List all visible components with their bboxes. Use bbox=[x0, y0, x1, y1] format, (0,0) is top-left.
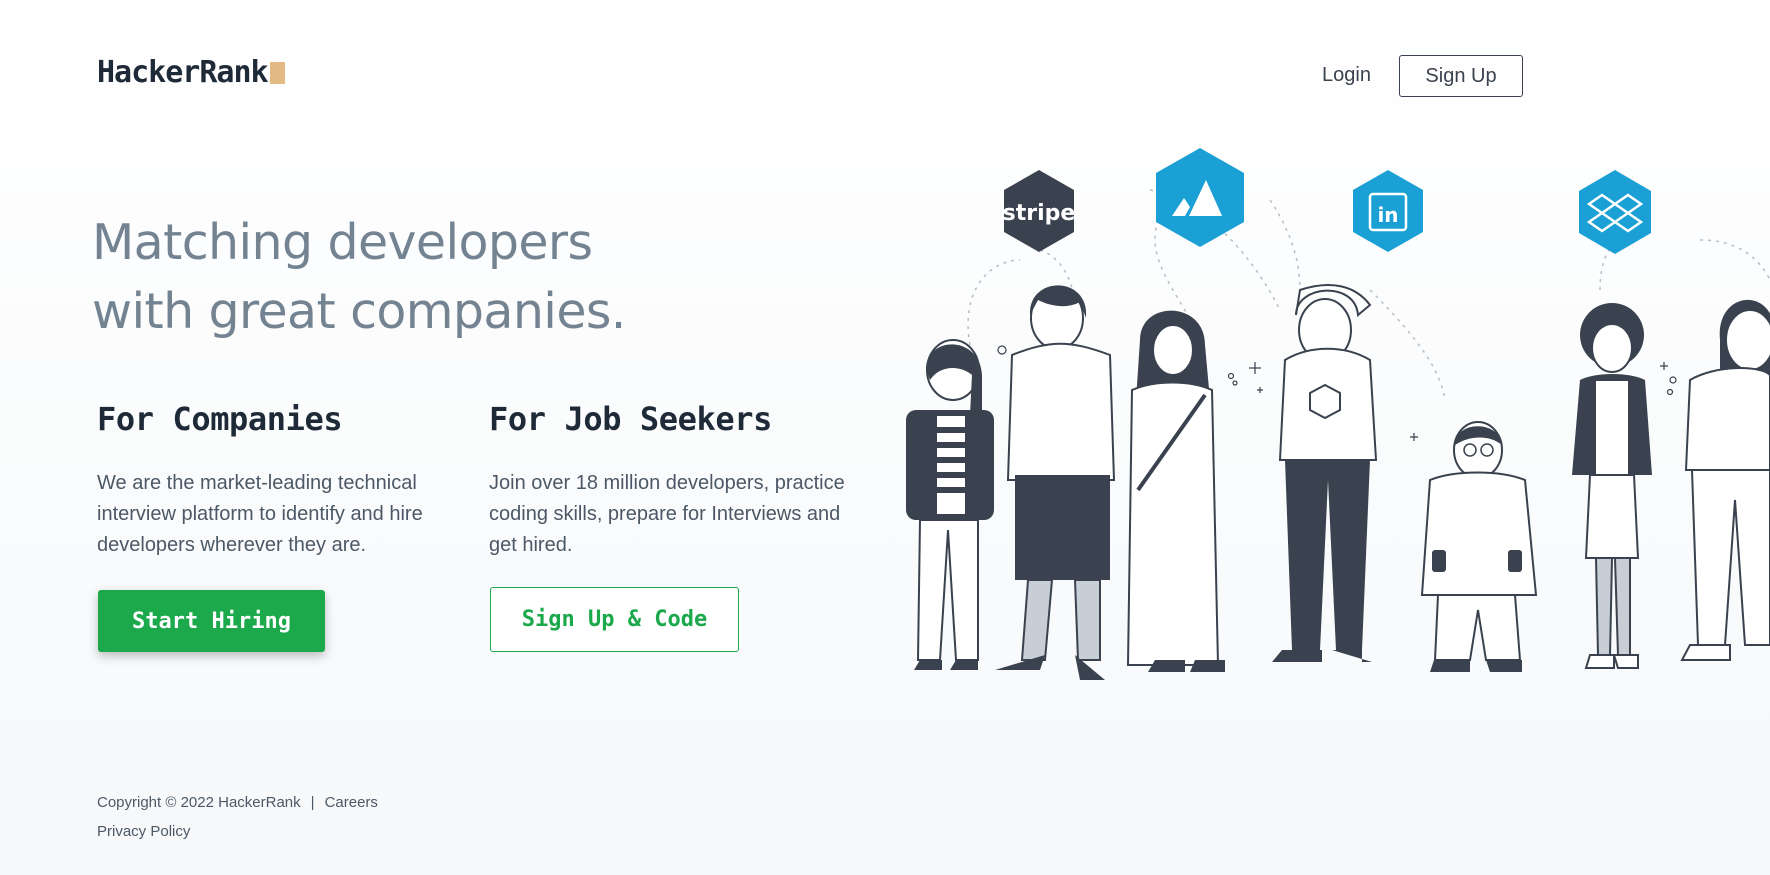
login-link[interactable]: Login bbox=[1322, 64, 1371, 87]
linkedin-icon-label: in bbox=[1377, 203, 1398, 227]
headline-line-2: with great companies. bbox=[92, 283, 626, 340]
careers-link[interactable]: Careers bbox=[325, 794, 378, 811]
dropbox-icon bbox=[1579, 170, 1651, 254]
person-figure-5 bbox=[1420, 421, 1538, 672]
footer-separator: | bbox=[310, 794, 315, 811]
stripe-icon-label: stripe bbox=[1003, 201, 1076, 226]
hackerrank-logo[interactable]: HackerRank bbox=[97, 55, 285, 90]
for-companies-section: For Companies We are the market-leading … bbox=[97, 400, 477, 561]
logo-accent-block bbox=[269, 61, 285, 84]
privacy-policy-link[interactable]: Privacy Policy bbox=[97, 823, 190, 840]
person-figure-6 bbox=[1572, 303, 1652, 669]
person-figure-1 bbox=[906, 339, 994, 670]
footer: Copyright © 2022 HackerRank | Careers Priv… bbox=[97, 794, 378, 852]
start-hiring-button[interactable]: Start Hiring bbox=[98, 590, 325, 652]
headline-line-1: Matching developers bbox=[92, 214, 593, 271]
person-figure-4 bbox=[1272, 284, 1378, 662]
for-companies-description: We are the market-leading technical inte… bbox=[97, 472, 423, 556]
hero-headline: Matching developers with great companies… bbox=[92, 208, 626, 346]
atlassian-icon bbox=[1156, 148, 1244, 247]
for-job-seekers-heading: For Job Seekers bbox=[489, 400, 772, 438]
for-companies-heading: For Companies bbox=[97, 400, 343, 438]
for-job-seekers-section: For Job Seekers Join over 18 million dev… bbox=[489, 400, 869, 561]
developers-illustration: stripe in bbox=[906, 148, 1770, 680]
person-figure-7 bbox=[1680, 299, 1770, 661]
for-job-seekers-description: Join over 18 million developers, practic… bbox=[489, 472, 845, 556]
person-figure-2 bbox=[995, 285, 1116, 680]
logo-text: HackerRank bbox=[97, 55, 269, 90]
signup-and-code-button[interactable]: Sign Up & Code bbox=[490, 587, 739, 652]
stripe-icon: stripe bbox=[1003, 170, 1076, 252]
person-figure-3 bbox=[1126, 310, 1225, 672]
copyright-text: Copyright © 2022 HackerRank bbox=[97, 794, 301, 811]
linkedin-icon: in bbox=[1353, 170, 1423, 252]
signup-button[interactable]: Sign Up bbox=[1399, 55, 1523, 97]
